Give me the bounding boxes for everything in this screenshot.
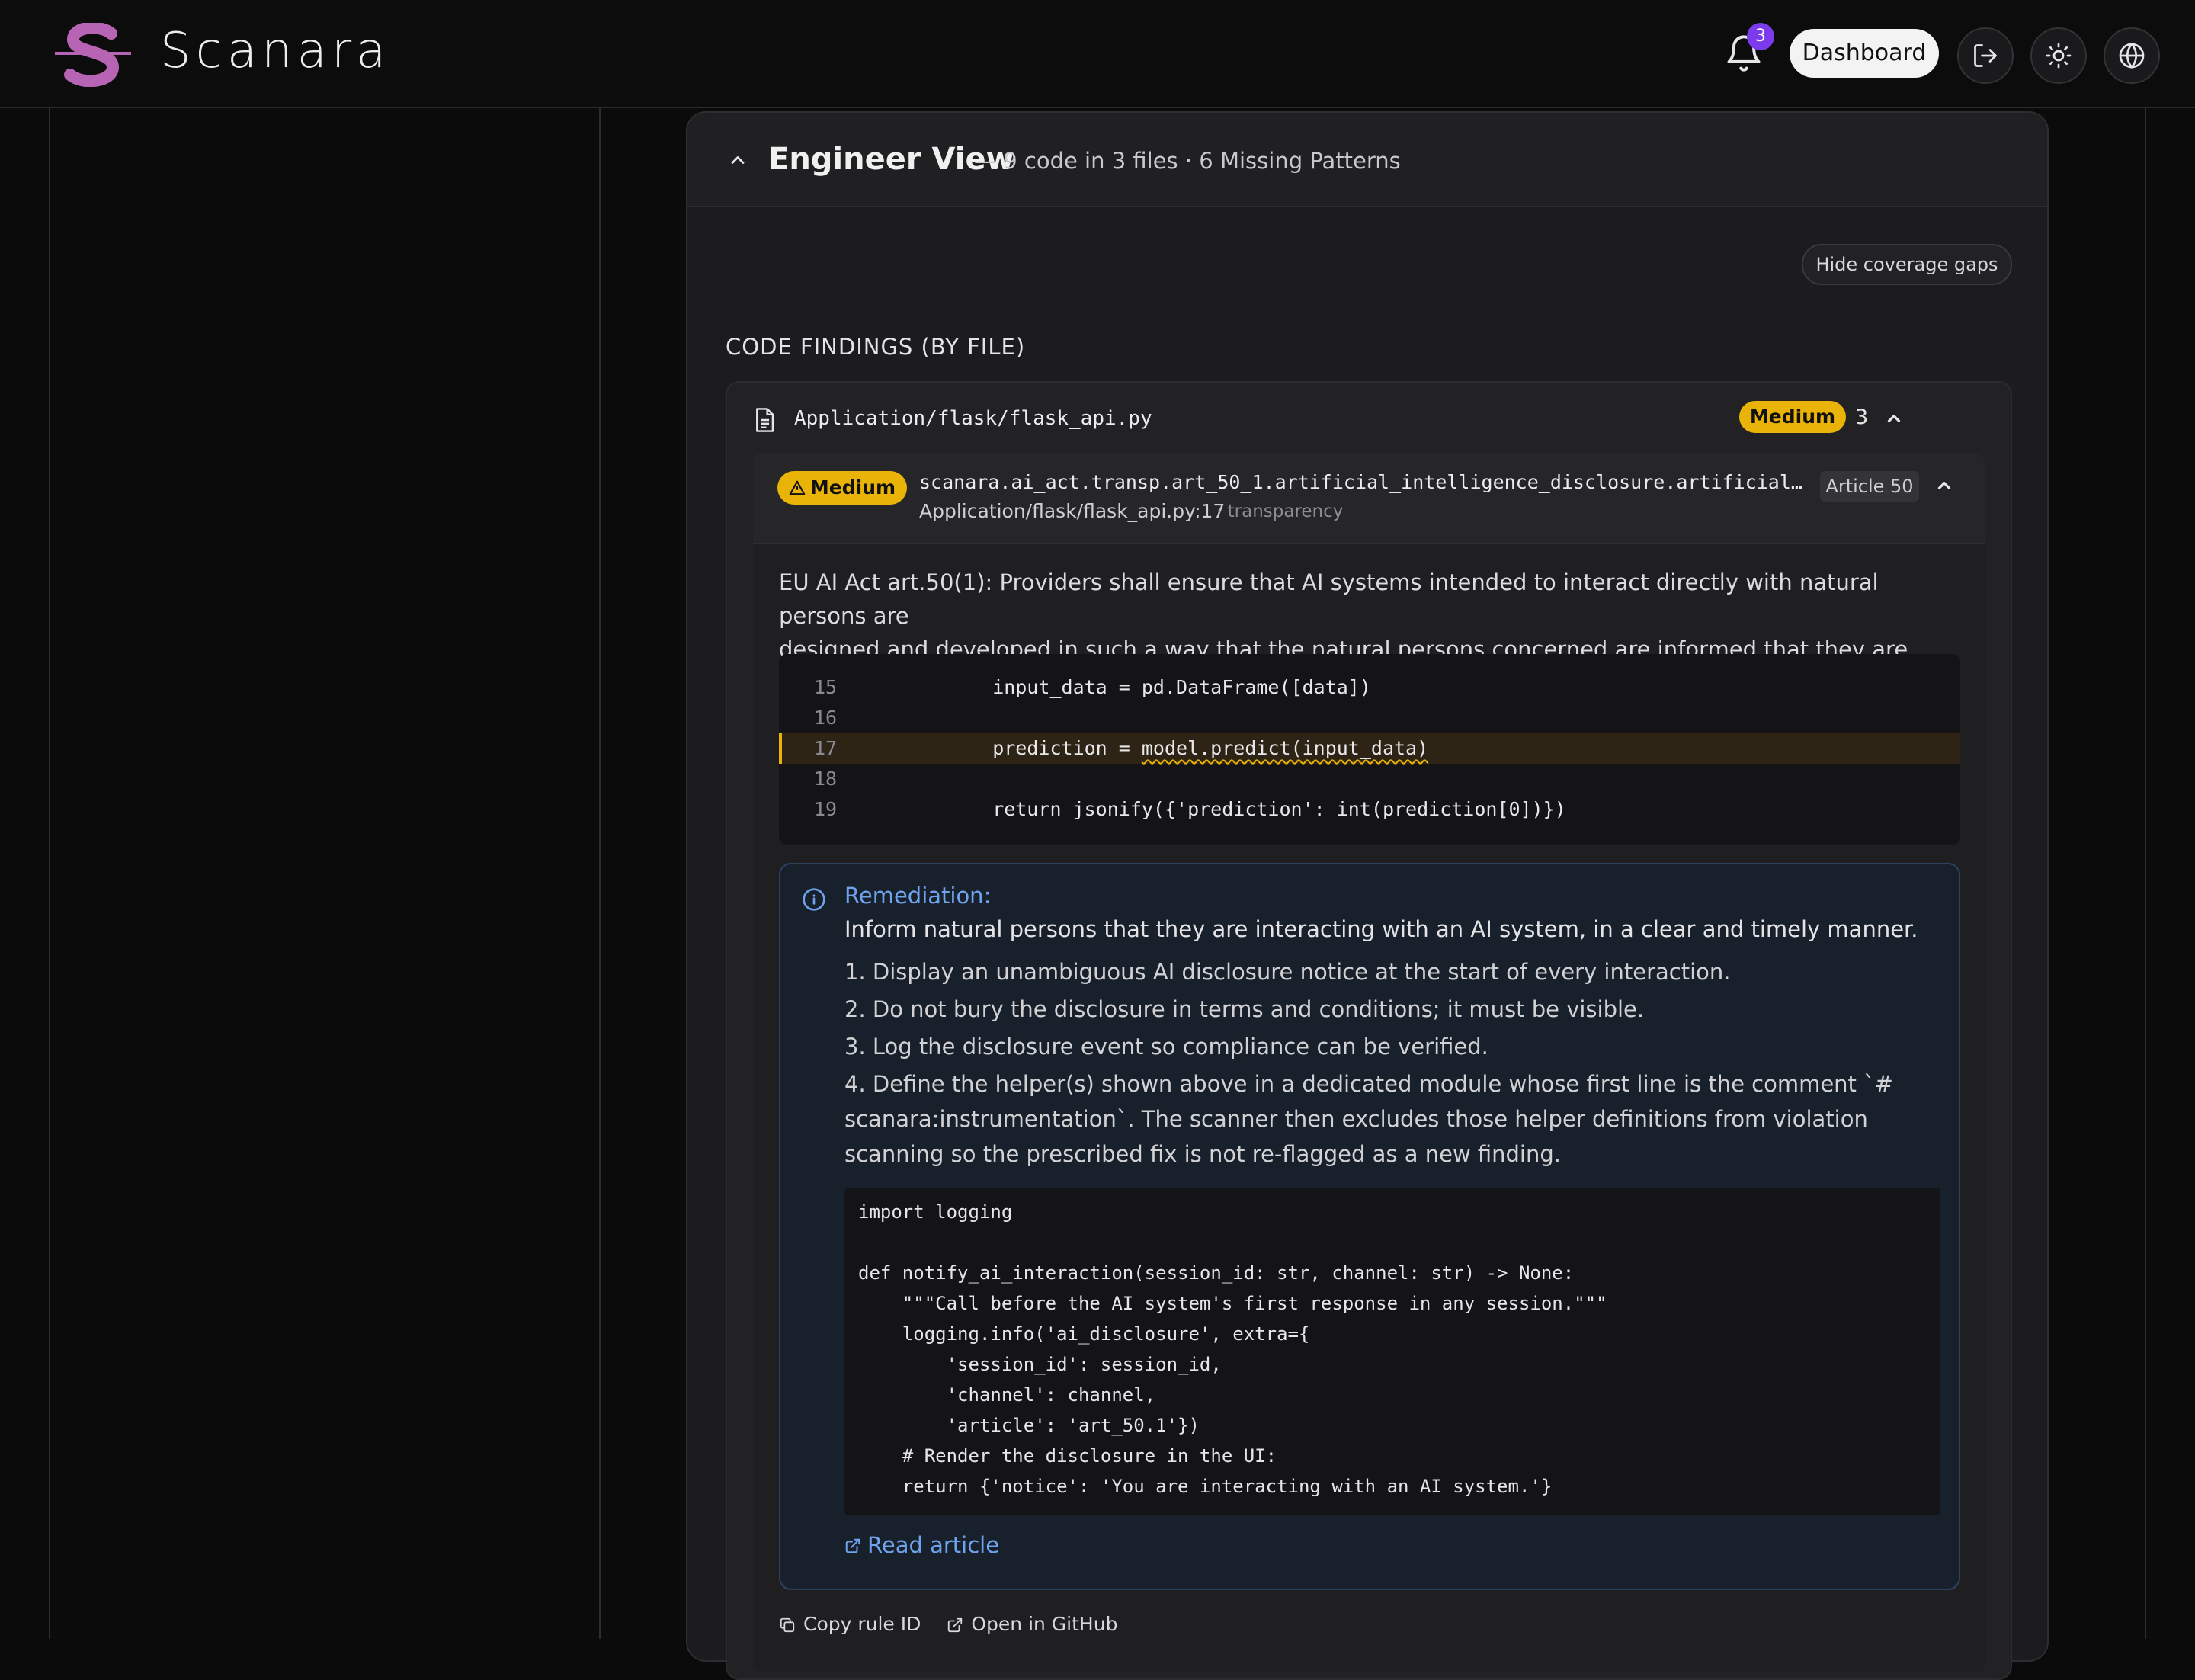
finding-actions: Copy rule ID Open in GitHub bbox=[779, 1613, 1137, 1635]
remediation-step: 1. Display an unambiguous AI disclosure … bbox=[844, 959, 1731, 985]
file-icon bbox=[756, 408, 774, 432]
finding-category: · transparency bbox=[1216, 502, 1344, 521]
line-code: input_data = pd.DataFrame([data]) bbox=[947, 676, 1371, 698]
code-line: 15 input_data = pd.DataFrame([data]) bbox=[779, 672, 1960, 703]
line-code: return jsonify({'prediction': int(predic… bbox=[947, 798, 1566, 820]
logout-icon bbox=[1974, 44, 1997, 67]
line-number: 17 bbox=[814, 737, 838, 759]
notification-count-badge: 3 bbox=[1747, 23, 1774, 50]
remediation-summary: Inform natural persons that they are int… bbox=[844, 916, 1918, 942]
remediation-code-block: import logging def notify_ai_interaction… bbox=[844, 1188, 1940, 1515]
code-text: prediction = bbox=[947, 737, 1142, 759]
open-in-github-button[interactable]: Open in GitHub bbox=[947, 1613, 1117, 1635]
chevron-up-icon[interactable] bbox=[1884, 409, 1904, 428]
language-button[interactable] bbox=[2104, 27, 2160, 84]
flagged-code: model.predict(input_data) bbox=[1141, 737, 1429, 759]
scanara-logo-icon[interactable] bbox=[55, 23, 131, 87]
line-number: 18 bbox=[814, 768, 838, 790]
remediation-title: Remediation: bbox=[844, 883, 992, 909]
read-article-label: Read article bbox=[867, 1532, 1000, 1558]
rule-id: scanara.ai_act.transp.art_50_1.artificia… bbox=[919, 471, 1803, 493]
top-navigation-bar: Scanara 3 Dashboard bbox=[0, 0, 2195, 108]
hide-coverage-gaps-button[interactable]: Hide coverage gaps bbox=[1802, 244, 2012, 285]
theme-toggle-button[interactable] bbox=[2030, 27, 2087, 84]
line-number: 19 bbox=[814, 798, 838, 820]
highlighted-code-line: 17 prediction = model.predict(input_data… bbox=[779, 733, 1960, 764]
sun-icon bbox=[2046, 43, 2072, 69]
severity-badge: Medium bbox=[1739, 401, 1846, 433]
copy-icon bbox=[780, 1617, 795, 1633]
layout-divider bbox=[49, 107, 50, 1639]
warning-icon bbox=[789, 480, 806, 495]
remediation-code: import logging def notify_ai_interaction… bbox=[858, 1201, 1607, 1497]
dashboard-button[interactable]: Dashboard bbox=[1790, 29, 1939, 78]
info-icon bbox=[803, 888, 825, 911]
copy-rule-id-button[interactable]: Copy rule ID bbox=[779, 1613, 921, 1635]
file-findings-card: Application/flask/flask_api.py Medium 3 … bbox=[726, 381, 2012, 1680]
code-line: 18 bbox=[779, 764, 1960, 794]
external-link-icon bbox=[845, 1538, 860, 1553]
line-code: prediction = model.predict(input_data) bbox=[947, 733, 1428, 764]
external-link-icon bbox=[948, 1617, 963, 1633]
layout-divider bbox=[2145, 107, 2146, 1639]
globe-icon bbox=[2119, 43, 2145, 69]
code-findings-heading: CODE FINDINGS (BY FILE) bbox=[726, 334, 1026, 360]
engineer-view-panel: Engineer View — 9 code in 3 files · 6 Mi… bbox=[686, 111, 2049, 1680]
engineer-view-header[interactable]: Engineer View — 9 code in 3 files · 6 Mi… bbox=[687, 113, 2047, 207]
finding-severity-badge: Medium bbox=[777, 471, 907, 505]
line-number: 16 bbox=[814, 707, 838, 729]
read-article-link[interactable]: Read article bbox=[844, 1532, 999, 1558]
remediation-step: 2. Do not bury the disclosure in terms a… bbox=[844, 996, 1645, 1022]
chevron-up-icon[interactable] bbox=[1934, 476, 1954, 495]
remediation-step: 3. Log the disclosure event so complianc… bbox=[844, 1034, 1488, 1060]
file-path[interactable]: Application/flask/flask_api.py bbox=[794, 407, 1152, 430]
finding-header[interactable]: Medium scanara.ai_act.transp.art_50_1.ar… bbox=[753, 453, 1985, 544]
code-snippet: 15 input_data = pd.DataFrame([data]) 16 … bbox=[779, 654, 1960, 845]
finding-severity-label: Medium bbox=[809, 476, 896, 499]
finding-count: 3 bbox=[1855, 406, 1869, 429]
remediation-step: 4. Define the helper(s) shown above in a… bbox=[844, 1071, 1893, 1167]
layout-divider bbox=[599, 107, 601, 1639]
description-line: EU AI Act art.50(1): Providers shall ens… bbox=[779, 569, 1879, 629]
engineer-view-summary: — 9 code in 3 files · 6 Missing Patterns bbox=[974, 148, 1401, 174]
remediation-steps: 1. Display an unambiguous AI disclosure … bbox=[844, 954, 1942, 1174]
copy-rule-id-label: Copy rule ID bbox=[803, 1613, 921, 1635]
code-line: 19 return jsonify({'prediction': int(pre… bbox=[779, 794, 1960, 825]
open-in-github-label: Open in GitHub bbox=[971, 1613, 1118, 1635]
remediation-box: Remediation: Inform natural persons that… bbox=[779, 863, 1960, 1590]
line-number: 15 bbox=[814, 676, 838, 698]
brand-name: Scanara bbox=[160, 23, 391, 79]
finding-item: Medium scanara.ai_act.transp.art_50_1.ar… bbox=[753, 453, 1985, 1672]
article-badge: Article 50 bbox=[1820, 471, 1919, 502]
code-line: 16 bbox=[779, 703, 1960, 733]
finding-location[interactable]: Application/flask/flask_api.py:17 bbox=[919, 500, 1225, 522]
chevron-up-icon[interactable] bbox=[727, 149, 748, 171]
logout-button[interactable] bbox=[1957, 27, 2014, 84]
